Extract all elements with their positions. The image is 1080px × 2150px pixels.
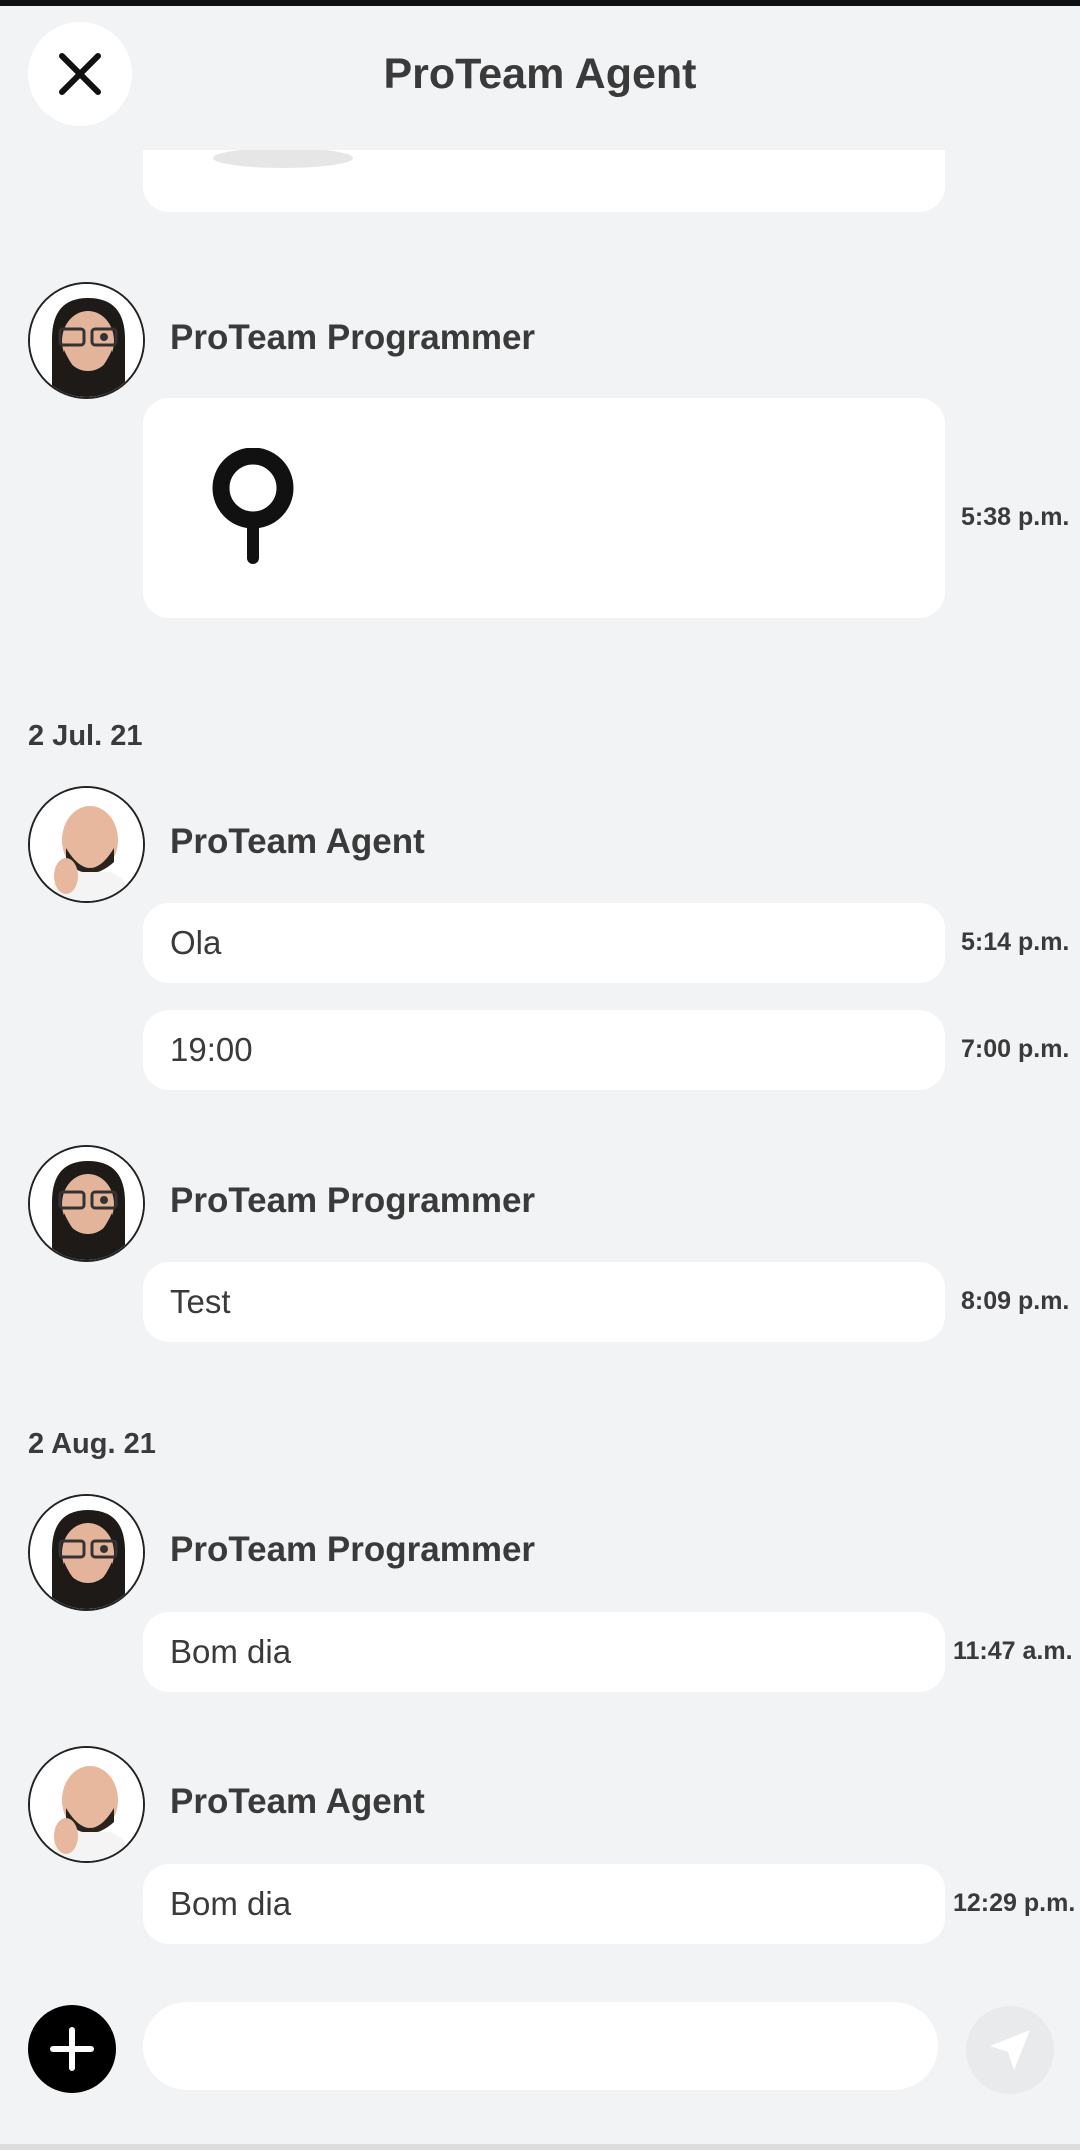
avatar[interactable] — [28, 282, 145, 399]
sender-name: ProTeam Agent — [170, 822, 425, 861]
bottom-divider — [0, 2144, 1080, 2150]
sender-name: ProTeam Programmer — [170, 318, 536, 357]
avatar[interactable] — [28, 1145, 145, 1262]
date-separator: 2 Jul. 21 — [28, 720, 143, 752]
message-card-partial[interactable] — [143, 150, 945, 212]
message-time: 5:14 p.m. — [961, 928, 1070, 956]
page-title: ProTeam Agent — [383, 50, 697, 98]
send-icon — [990, 2030, 1030, 2070]
message-composer — [0, 1985, 1080, 2150]
agent-avatar-icon — [30, 788, 143, 901]
sender-name: ProTeam Agent — [170, 1782, 425, 1821]
message-time: 8:09 p.m. — [961, 1287, 1070, 1315]
avatar[interactable] — [28, 1494, 145, 1611]
agent-avatar-icon — [30, 1748, 143, 1861]
message-bubble[interactable]: Bom dia — [143, 1612, 945, 1692]
programmer-avatar-icon — [30, 1147, 143, 1260]
plus-icon — [50, 2027, 94, 2071]
avatar[interactable] — [28, 786, 145, 903]
location-message-bubble[interactable] — [143, 398, 945, 618]
sender-name: ProTeam Programmer — [170, 1181, 536, 1220]
send-button[interactable] — [966, 2006, 1054, 2094]
location-pin-icon — [212, 448, 294, 564]
message-input[interactable] — [143, 2002, 938, 2090]
add-attachment-button[interactable] — [28, 2005, 116, 2093]
programmer-avatar-icon — [30, 1496, 143, 1609]
avatar[interactable] — [28, 1746, 145, 1863]
message-bubble[interactable]: Bom dia — [143, 1864, 945, 1944]
sender-name: ProTeam Programmer — [170, 1530, 536, 1569]
message-time: 5:38 p.m. — [961, 503, 1070, 531]
chat-header: ProTeam Agent — [0, 6, 1080, 150]
programmer-avatar-icon — [30, 284, 143, 397]
date-separator: 2 Aug. 21 — [28, 1428, 156, 1460]
blurred-content — [213, 150, 353, 168]
message-bubble[interactable]: 19:00 — [143, 1010, 945, 1090]
message-time: 11:47 a.m. — [953, 1637, 1073, 1665]
message-bubble[interactable]: Ola — [143, 903, 945, 983]
message-time: 7:00 p.m. — [961, 1035, 1070, 1063]
message-bubble[interactable]: Test — [143, 1262, 945, 1342]
message-time: 12:29 p.m. — [953, 1889, 1076, 1917]
